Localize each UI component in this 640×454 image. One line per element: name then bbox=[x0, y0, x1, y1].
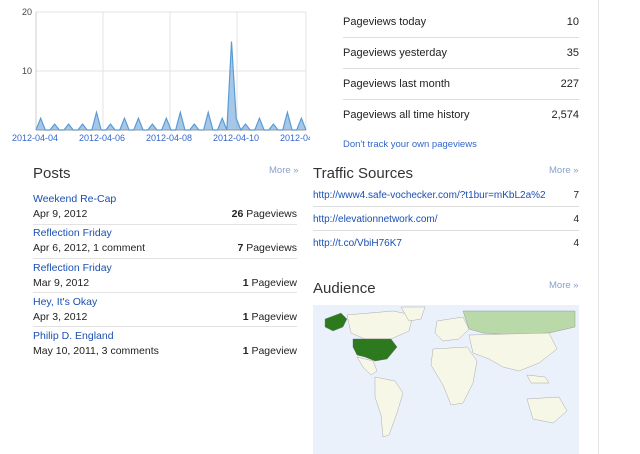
count-number: 1 bbox=[242, 345, 249, 357]
count-number: 7 bbox=[237, 242, 244, 254]
posts-title: Posts bbox=[33, 165, 71, 182]
x-tick-label: 2012-04-04 bbox=[12, 133, 58, 143]
y-tick-label: 20 bbox=[22, 7, 32, 17]
pageviews-chart: 10 20 2012-04-04 2012-04-06 2012-04-08 2012-0… bbox=[0, 0, 310, 150]
post-link[interactable]: Reflection Friday bbox=[33, 262, 112, 274]
post-date: Mar 9, 2012 bbox=[33, 277, 90, 289]
post-date: Apr 3, 2012 bbox=[33, 311, 88, 323]
traffic-url[interactable]: http://www4.safe-vochecker.com/?t1bur=mK… bbox=[313, 190, 545, 201]
stat-label: Pageviews all time history bbox=[343, 109, 470, 121]
stat-label: Pageviews last month bbox=[343, 78, 450, 90]
traffic-row: http://elevationnetwork.com/ 4 bbox=[313, 208, 579, 231]
count-unit: Pageviews bbox=[246, 242, 297, 254]
post-count: 1 Pageview bbox=[243, 311, 297, 323]
post-meta: May 10, 2011, 3 comments 1 Pageview bbox=[33, 343, 297, 359]
stat-all-time: Pageviews all time history 2,574 bbox=[343, 100, 579, 130]
series-line bbox=[35, 41, 307, 132]
post-link[interactable]: Hey, It's Okay bbox=[33, 296, 97, 308]
post-link[interactable]: Reflection Friday bbox=[33, 227, 112, 239]
traffic-row: http://t.co/VbiH76K7 4 bbox=[313, 232, 579, 254]
post-meta: Apr 9, 2012 26 Pageviews bbox=[33, 206, 297, 222]
traffic-count: 4 bbox=[573, 237, 579, 249]
post-link[interactable]: Philip D. England bbox=[33, 330, 114, 342]
divider bbox=[33, 258, 297, 259]
post-count: 1 Pageview bbox=[243, 277, 297, 289]
post-count: 1 Pageview bbox=[243, 345, 297, 357]
stat-last-month: Pageviews last month 227 bbox=[343, 69, 579, 100]
page-edge-divider bbox=[598, 0, 599, 454]
stat-label: Pageviews today bbox=[343, 16, 427, 28]
post-count: 7 Pageviews bbox=[237, 242, 297, 254]
count-unit: Pageview bbox=[251, 311, 297, 323]
x-tick-label: 2012-04-08 bbox=[146, 133, 192, 143]
traffic-more-link[interactable]: More » bbox=[549, 165, 579, 176]
chart-svg: 10 20 2012-04-04 2012-04-06 2012-04-08 2012-0… bbox=[12, 7, 310, 143]
stat-today: Pageviews today 10 bbox=[343, 7, 579, 38]
count-unit: Pageview bbox=[251, 277, 297, 289]
count-number: 1 bbox=[242, 311, 249, 323]
x-tick-label: 2012-04-06 bbox=[79, 133, 125, 143]
count-number: 26 bbox=[231, 208, 244, 220]
y-tick-label: 10 bbox=[22, 66, 32, 76]
count-unit: Pageview bbox=[251, 345, 297, 357]
traffic-count: 4 bbox=[573, 213, 579, 225]
audience-title: Audience bbox=[313, 280, 376, 297]
post-meta: Apr 3, 2012 1 Pageview bbox=[33, 309, 297, 325]
divider bbox=[33, 224, 297, 225]
stat-value: 2,574 bbox=[551, 109, 579, 121]
post-date: Apr 6, 2012, 1 comment bbox=[33, 242, 146, 254]
audience-more-link[interactable]: More » bbox=[549, 280, 579, 291]
audience-world-map[interactable] bbox=[313, 305, 579, 454]
traffic-url[interactable]: http://t.co/VbiH76K7 bbox=[313, 238, 545, 249]
traffic-title: Traffic Sources bbox=[313, 165, 414, 182]
traffic-url[interactable]: http://elevationnetwork.com/ bbox=[313, 214, 545, 225]
series-area bbox=[36, 41, 306, 130]
post-date: Apr 9, 2012 bbox=[33, 208, 88, 220]
world-map-svg bbox=[313, 305, 579, 454]
post-count: 26 Pageviews bbox=[232, 208, 297, 220]
stat-label: Pageviews yesterday bbox=[343, 47, 447, 59]
stat-value: 227 bbox=[560, 78, 579, 90]
dont-track-link[interactable]: Don't track your own pageviews bbox=[343, 139, 477, 150]
post-link[interactable]: Weekend Re-Cap bbox=[33, 193, 116, 205]
post-date: May 10, 2011, 3 comments bbox=[33, 345, 159, 357]
post-meta: Mar 9, 2012 1 Pageview bbox=[33, 275, 297, 291]
divider bbox=[33, 292, 297, 293]
traffic-count: 7 bbox=[573, 189, 579, 201]
divider bbox=[33, 326, 297, 327]
count-number: 1 bbox=[242, 277, 249, 289]
stat-yesterday: Pageviews yesterday 35 bbox=[343, 38, 579, 69]
traffic-row: http://www4.safe-vochecker.com/?t1bur=mK… bbox=[313, 184, 579, 207]
x-tick-label: 2012-04-10 bbox=[213, 133, 259, 143]
posts-more-link[interactable]: More » bbox=[269, 165, 299, 176]
post-meta: Apr 6, 2012, 1 comment 7 Pageviews bbox=[33, 240, 297, 256]
stat-value: 35 bbox=[566, 47, 579, 59]
count-unit: Pageviews bbox=[246, 208, 297, 220]
stat-value: 10 bbox=[566, 16, 579, 28]
x-tick-label: 2012-04-11 bbox=[280, 133, 310, 143]
